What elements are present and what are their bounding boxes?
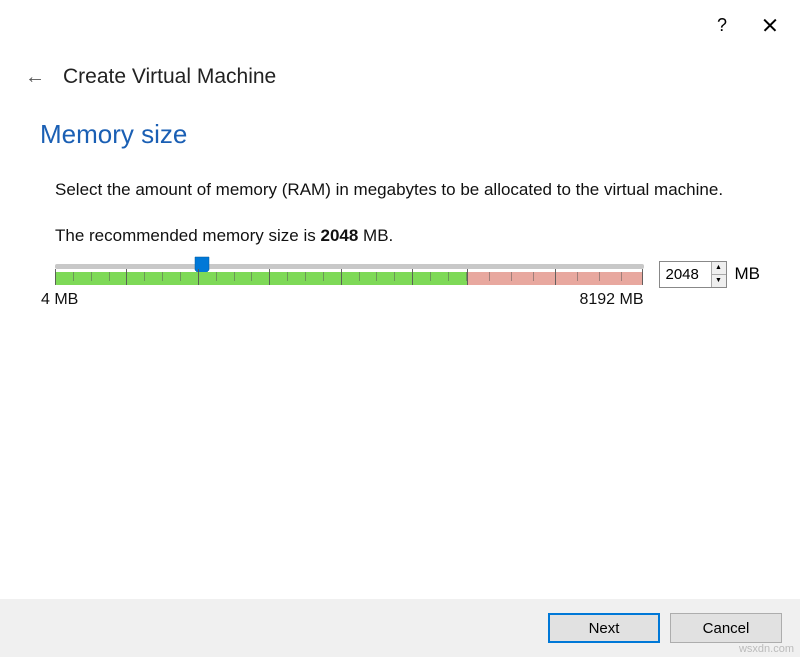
memory-spinbox: ▲ ▼ MB bbox=[659, 261, 761, 288]
window-titlebar: ? bbox=[0, 0, 800, 50]
wizard-content: Memory size Select the amount of memory … bbox=[0, 119, 800, 309]
cancel-button[interactable]: Cancel bbox=[670, 613, 782, 643]
memory-description: Select the amount of memory (RAM) in meg… bbox=[40, 178, 760, 202]
next-button[interactable]: Next bbox=[548, 613, 660, 643]
memory-slider[interactable]: 4 MB 8192 MB bbox=[55, 264, 644, 309]
slider-scale bbox=[55, 269, 644, 285]
spin-down-icon[interactable]: ▼ bbox=[712, 275, 726, 287]
wizard-title: Create Virtual Machine bbox=[63, 65, 276, 89]
watermark: wsxdn.com bbox=[739, 643, 794, 655]
slider-min-label: 4 MB bbox=[41, 291, 78, 309]
memory-slider-row: 4 MB 8192 MB ▲ ▼ MB bbox=[40, 264, 760, 309]
help-icon[interactable]: ? bbox=[712, 15, 732, 36]
recommended-prefix: The recommended memory size is bbox=[55, 226, 320, 245]
recommended-value: 2048 bbox=[320, 226, 358, 245]
recommended-suffix: MB. bbox=[358, 226, 393, 245]
slider-labels: 4 MB 8192 MB bbox=[41, 291, 644, 309]
wizard-header: ← Create Virtual Machine bbox=[0, 50, 800, 119]
spin-up-icon[interactable]: ▲ bbox=[712, 262, 726, 275]
section-title: Memory size bbox=[40, 119, 760, 150]
recommended-text: The recommended memory size is 2048 MB. bbox=[40, 226, 760, 246]
memory-unit-label: MB bbox=[735, 264, 761, 284]
wizard-footer: Next Cancel bbox=[0, 599, 800, 657]
back-arrow-icon[interactable]: ← bbox=[25, 66, 45, 89]
slider-max-label: 8192 MB bbox=[579, 291, 643, 309]
